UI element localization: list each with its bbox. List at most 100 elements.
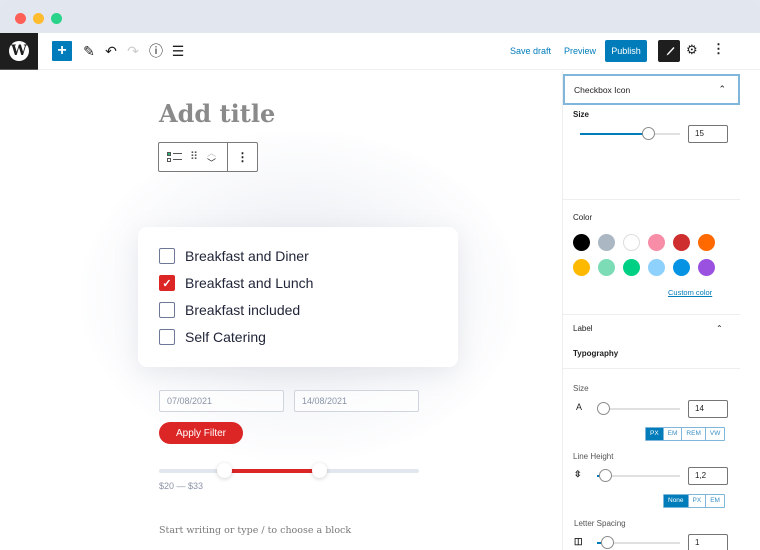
color-swatch[interactable] bbox=[598, 259, 615, 276]
styles-brush-button[interactable] bbox=[658, 40, 680, 62]
chevron-up-icon[interactable]: ⌃ bbox=[716, 324, 723, 333]
editor-canvas[interactable]: Add title ⠿ ︿ ﹀ ⋮ Breakfast and Diner ✓ … bbox=[0, 71, 562, 550]
label-panel-header[interactable]: Label bbox=[573, 324, 739, 333]
check-icon: ✓ bbox=[162, 277, 172, 290]
checkbox-item[interactable]: Breakfast included bbox=[159, 302, 300, 318]
more-options-icon[interactable]: ⋮ bbox=[712, 41, 725, 57]
label-panel-title: Label bbox=[573, 324, 593, 333]
color-swatch[interactable] bbox=[698, 234, 715, 251]
apply-filter-button[interactable]: Apply Filter bbox=[159, 422, 243, 444]
typography-heading: Typography bbox=[573, 349, 619, 358]
price-range-fill bbox=[224, 469, 319, 473]
unit-px-button[interactable]: PX bbox=[688, 495, 707, 507]
unit-none-button[interactable]: None bbox=[664, 495, 689, 507]
wordpress-icon: W bbox=[9, 41, 29, 61]
font-size-slider[interactable] bbox=[597, 402, 680, 415]
checkbox-checked[interactable]: ✓ bbox=[159, 275, 175, 291]
minimize-window-button[interactable] bbox=[33, 13, 44, 24]
divider bbox=[563, 199, 740, 200]
color-swatch[interactable] bbox=[598, 234, 615, 251]
slider-thumb[interactable] bbox=[599, 469, 612, 482]
slider-thumb[interactable] bbox=[601, 536, 614, 549]
checkbox-label: Breakfast and Lunch bbox=[185, 275, 314, 291]
line-height-input[interactable]: 1,2 bbox=[688, 467, 728, 485]
custom-color-link[interactable]: Custom color bbox=[668, 288, 712, 297]
letter-spacing-icon: ◫ bbox=[574, 536, 583, 546]
settings-sidebar: Checkbox Icon ⌃ Size 15 Color Custom col… bbox=[562, 71, 760, 550]
checkbox[interactable] bbox=[159, 302, 175, 318]
date-to-input[interactable]: 14/08/2021 bbox=[294, 390, 419, 412]
checkbox-label: Breakfast included bbox=[185, 302, 301, 318]
divider bbox=[563, 368, 740, 369]
block-options-icon[interactable]: ⋮ bbox=[228, 143, 257, 171]
letter-spacing-input[interactable]: 1 bbox=[688, 534, 728, 550]
font-size-input[interactable]: 14 bbox=[688, 400, 728, 418]
checkbox-item[interactable]: Breakfast and Diner bbox=[159, 248, 309, 264]
checkbox[interactable] bbox=[159, 248, 175, 264]
checkbox-list-block-icon[interactable] bbox=[167, 152, 183, 164]
color-swatch[interactable] bbox=[623, 259, 640, 276]
list-view-icon[interactable]: ☰ bbox=[169, 41, 187, 61]
checkbox-item[interactable]: ✓ Breakfast and Lunch bbox=[159, 275, 313, 291]
block-toolbar: ⠿ ︿ ﹀ ⋮ bbox=[158, 142, 258, 172]
unit-em-button[interactable]: EM bbox=[663, 428, 683, 440]
unit-px-button[interactable]: PX bbox=[646, 428, 664, 440]
editor-header: W + ✎ ↶ ↷ ⓘ ☰ Save draft Preview Publish… bbox=[0, 33, 760, 70]
checkbox-item[interactable]: Self Catering bbox=[159, 329, 266, 345]
color-swatch[interactable] bbox=[673, 259, 690, 276]
slider-thumb[interactable] bbox=[597, 402, 610, 415]
unit-rem-button[interactable]: REM bbox=[682, 428, 706, 440]
browser-window: W + ✎ ↶ ↷ ⓘ ☰ Save draft Preview Publish… bbox=[0, 0, 760, 550]
chevron-up-icon[interactable]: ⌃ bbox=[718, 84, 726, 95]
redo-icon[interactable]: ↷ bbox=[124, 41, 142, 61]
divider bbox=[563, 314, 740, 315]
undo-icon[interactable]: ↶ bbox=[102, 41, 120, 61]
slider-thumb[interactable] bbox=[642, 127, 655, 140]
color-swatch[interactable] bbox=[573, 234, 590, 251]
add-block-button[interactable]: + bbox=[52, 41, 72, 61]
block-toolbar-left: ⠿ ︿ ﹀ bbox=[159, 143, 228, 171]
checkbox-label: Self Catering bbox=[185, 329, 266, 345]
maximize-window-button[interactable] bbox=[51, 13, 62, 24]
checkbox-label: Breakfast and Diner bbox=[185, 248, 309, 264]
close-window-button[interactable] bbox=[15, 13, 26, 24]
checkbox-icon-panel-header[interactable]: Checkbox Icon ⌃ bbox=[563, 74, 740, 105]
move-down-icon[interactable]: ﹀ bbox=[207, 156, 216, 169]
info-icon[interactable]: ⓘ bbox=[147, 41, 165, 61]
post-title-input[interactable]: Add title bbox=[159, 99, 275, 128]
checkbox-filter-card: Breakfast and Diner ✓ Breakfast and Lunc… bbox=[138, 227, 458, 367]
block-appender-placeholder[interactable]: Start writing or type / to choose a bloc… bbox=[159, 525, 351, 536]
font-size-label: Size bbox=[573, 384, 589, 393]
icon-size-input[interactable]: 15 bbox=[688, 125, 728, 143]
price-range-max-handle[interactable] bbox=[311, 463, 327, 478]
price-range-label: $20 — $33 bbox=[159, 481, 204, 491]
color-swatch[interactable] bbox=[623, 234, 640, 251]
settings-gear-icon[interactable]: ⚙ bbox=[686, 42, 698, 58]
unit-vw-button[interactable]: VW bbox=[705, 428, 725, 440]
icon-size-slider[interactable] bbox=[580, 127, 680, 140]
line-height-label: Line Height bbox=[573, 452, 614, 461]
checkbox[interactable] bbox=[159, 329, 175, 345]
letter-spacing-label: Letter Spacing bbox=[574, 519, 626, 528]
preview-button[interactable]: Preview bbox=[564, 46, 596, 56]
font-size-a-icon: A bbox=[576, 402, 583, 412]
tools-pencil-icon[interactable]: ✎ bbox=[80, 41, 98, 61]
price-range-slider[interactable] bbox=[159, 463, 419, 478]
line-height-slider[interactable] bbox=[597, 469, 680, 482]
color-swatch[interactable] bbox=[673, 234, 690, 251]
save-draft-button[interactable]: Save draft bbox=[510, 46, 551, 56]
panel-title: Checkbox Icon bbox=[574, 84, 631, 95]
color-swatch[interactable] bbox=[648, 259, 665, 276]
color-swatch[interactable] bbox=[698, 259, 715, 276]
publish-button[interactable]: Publish bbox=[605, 40, 647, 62]
color-swatch[interactable] bbox=[573, 259, 590, 276]
letter-spacing-slider[interactable] bbox=[597, 536, 680, 549]
unit-em-button[interactable]: EM bbox=[706, 495, 724, 507]
font-size-units: PX EM REM VW bbox=[645, 427, 726, 441]
price-range-min-handle[interactable] bbox=[217, 463, 232, 478]
line-height-units: None PX EM bbox=[663, 494, 725, 508]
color-swatch[interactable] bbox=[648, 234, 665, 251]
drag-handle-icon[interactable]: ⠿ bbox=[190, 150, 198, 163]
wordpress-logo-button[interactable]: W bbox=[0, 33, 38, 70]
date-from-input[interactable]: 07/08/2021 bbox=[159, 390, 284, 412]
